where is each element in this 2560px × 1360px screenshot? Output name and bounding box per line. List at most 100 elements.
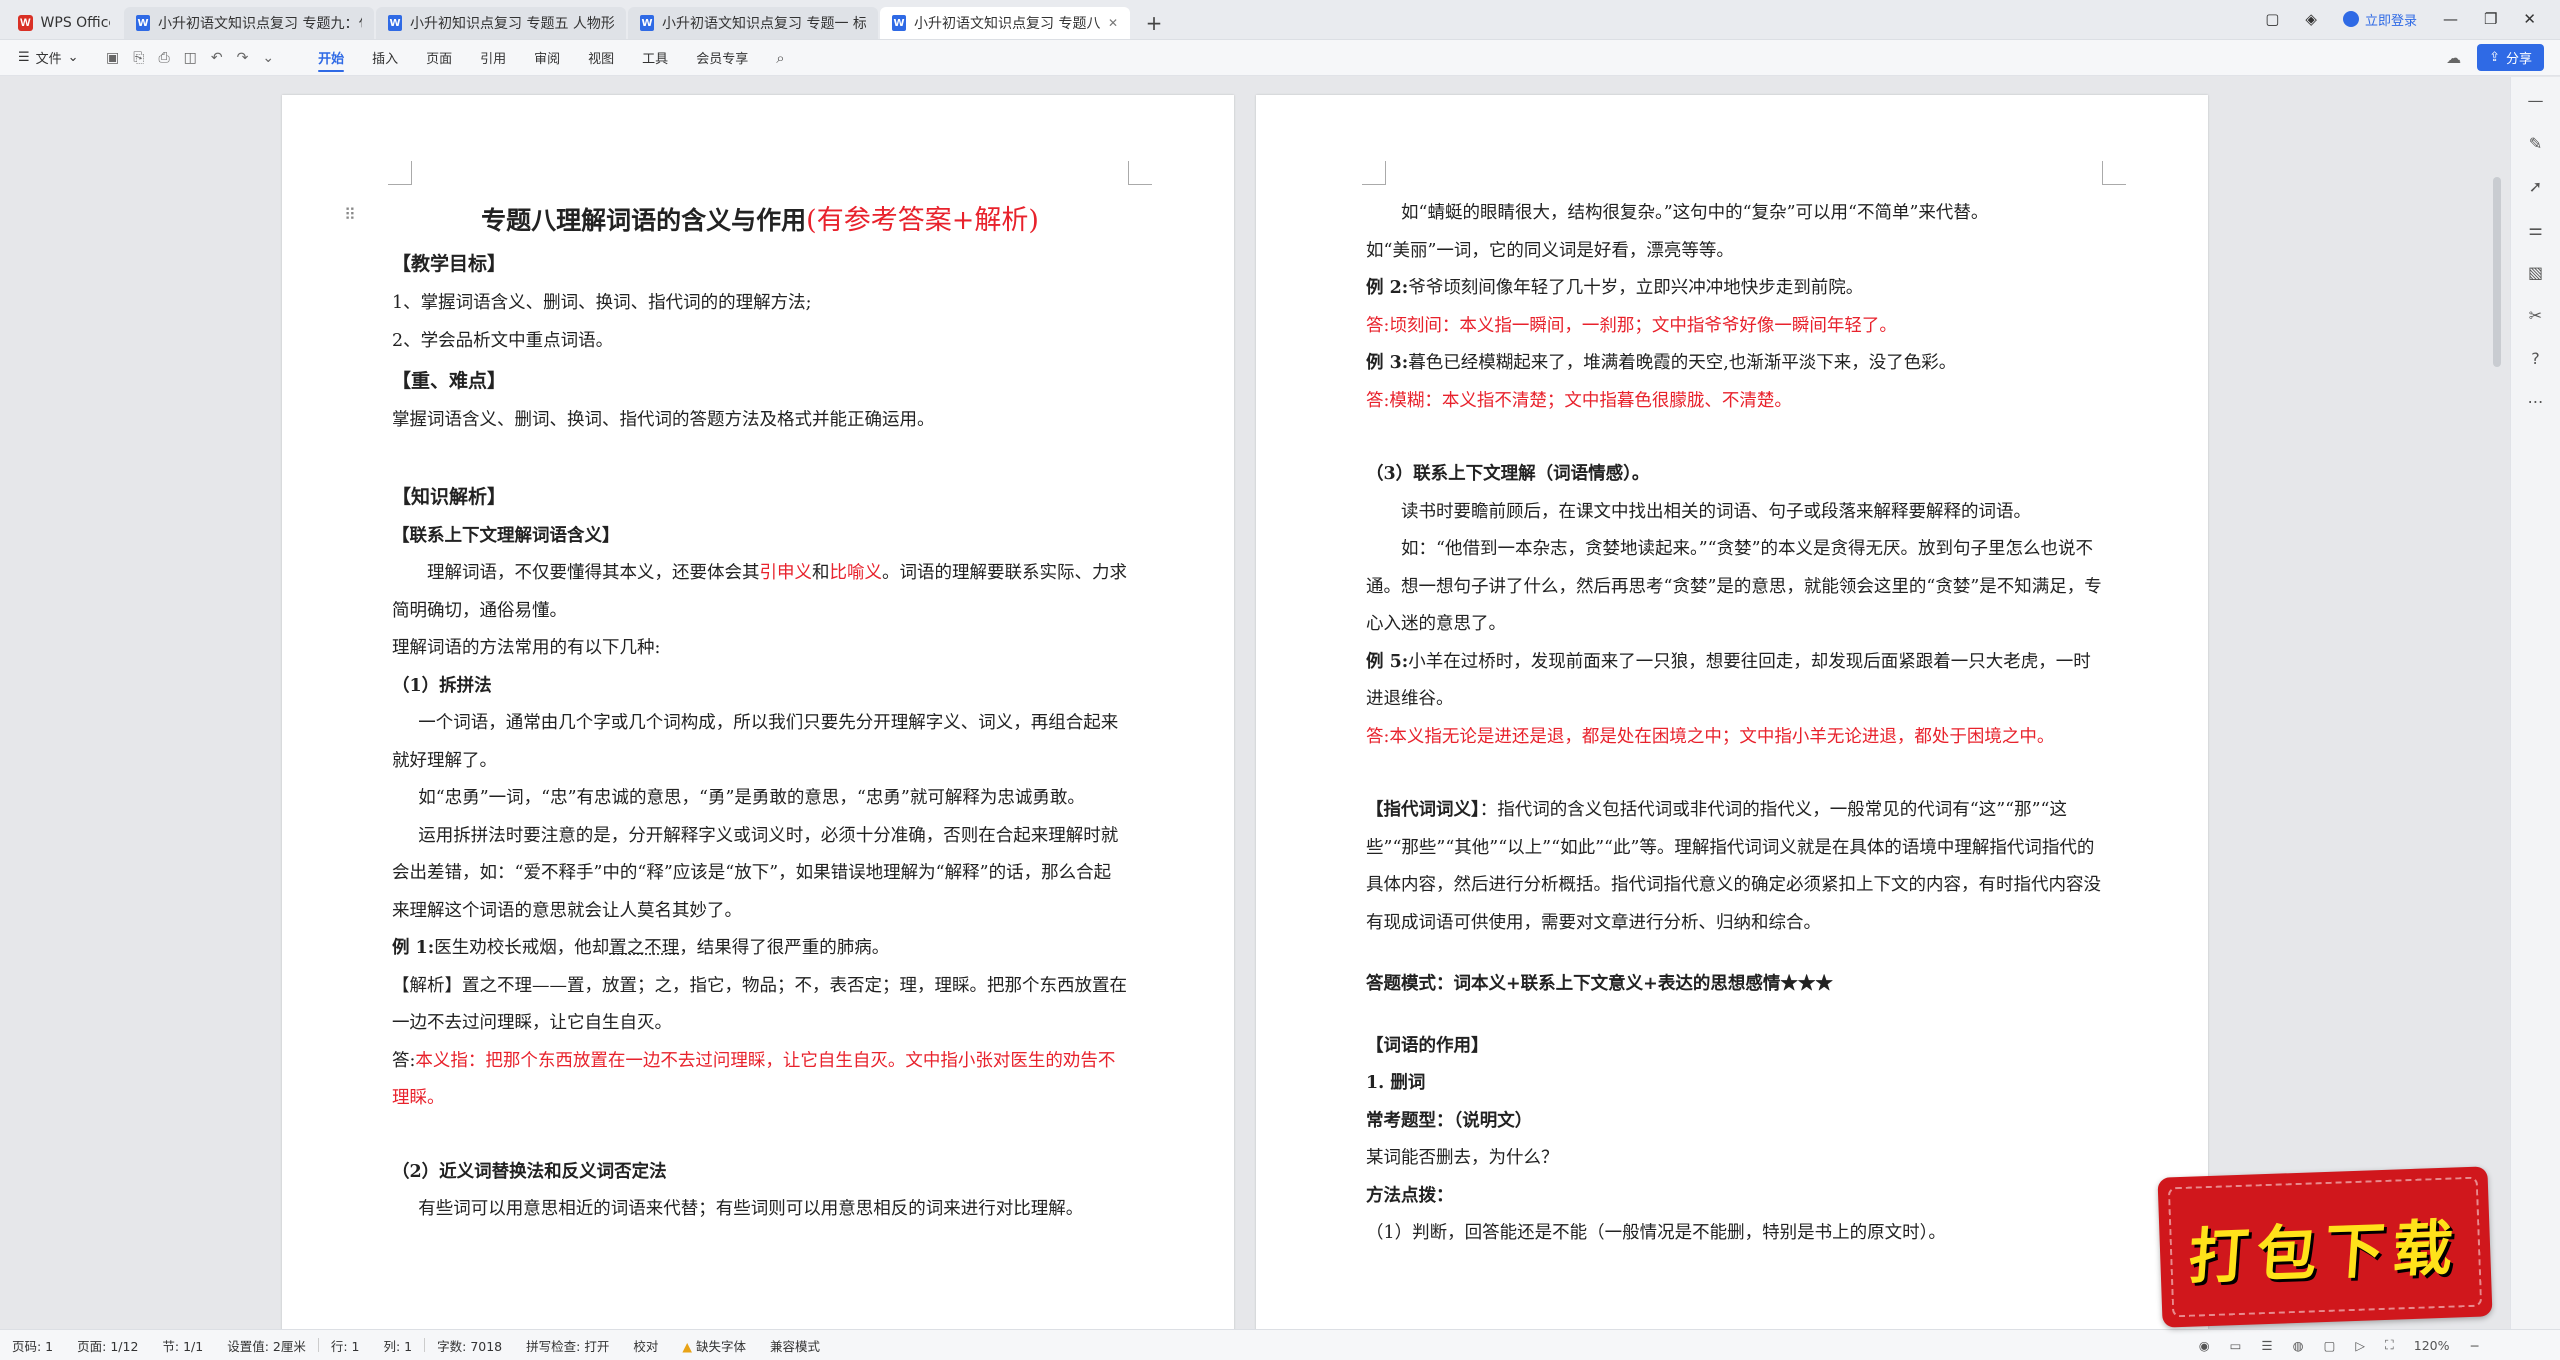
collapse-icon[interactable]: — bbox=[2528, 91, 2544, 110]
zoom-level[interactable]: 120% bbox=[2414, 1338, 2450, 1353]
section-teach-goal: 【教学目标】 bbox=[392, 253, 507, 275]
fit-page-icon[interactable]: ⛶ bbox=[2385, 1337, 2394, 1353]
tab-document-2[interactable]: W 小升初知识点复习 专题五 人物形象... bbox=[376, 7, 626, 39]
print-preview-icon[interactable]: ◫ bbox=[184, 50, 197, 66]
goal-2: 2、学会品析文中重点词语。 bbox=[392, 330, 614, 351]
drag-handle-icon[interactable]: ⠿ bbox=[344, 205, 356, 224]
answer-label: 答: bbox=[1366, 726, 1390, 747]
ribbon-tab-insert[interactable]: 插入 bbox=[358, 40, 412, 76]
read-view-icon[interactable]: ▢ bbox=[2324, 1338, 2336, 1353]
page-corner-mark bbox=[388, 161, 412, 185]
close-window-icon[interactable]: ✕ bbox=[2523, 10, 2536, 28]
vertical-scrollbar[interactable] bbox=[2493, 177, 2501, 367]
synonym-example-2: 如“美丽”一词，它的同义词是好看，漂亮等等。 bbox=[1366, 240, 1734, 261]
ribbon-tab-references[interactable]: 引用 bbox=[466, 40, 520, 76]
export-icon[interactable]: ⎘ bbox=[133, 50, 144, 66]
analysis-1: 【解析】置之不理——置，放置；之，指它，物品；不，表否定；理，理睬。把那个东西放… bbox=[392, 968, 1128, 1043]
share-button[interactable]: ⇪ 分享 bbox=[2477, 44, 2544, 71]
redo-icon[interactable]: ↷ bbox=[237, 50, 249, 66]
ribbon-tab-view[interactable]: 视图 bbox=[574, 40, 628, 76]
answer-label: 答: bbox=[1366, 315, 1390, 336]
more-icon[interactable]: ⋯ bbox=[2528, 392, 2544, 411]
save-icon[interactable]: ▣ bbox=[106, 50, 119, 66]
outline-view-icon[interactable]: ☰ bbox=[2261, 1338, 2272, 1353]
status-word-count[interactable]: 字数: 7018 bbox=[425, 1336, 514, 1355]
minimize-icon[interactable]: — bbox=[2443, 10, 2458, 28]
tab-label: 小升初知识点复习 专题五 人物形象... bbox=[410, 16, 614, 32]
section-knowledge: 【知识解析】 bbox=[392, 485, 507, 508]
file-menu[interactable]: ☰ 文件 ⌄ bbox=[0, 48, 90, 67]
tab-close-icon[interactable]: ✕ bbox=[1108, 16, 1118, 30]
tab-document-active[interactable]: W 小升初语文知识点复习 专题八 ✕ bbox=[880, 7, 1130, 39]
search-icon[interactable]: ⌕ bbox=[776, 49, 784, 67]
status-missing-font[interactable]: ▲ 缺失字体 bbox=[670, 1336, 758, 1355]
ribbon-tab-home[interactable]: 开始 bbox=[304, 40, 358, 76]
doc-icon: W bbox=[388, 15, 402, 31]
tab-wps-home[interactable]: W WPS Office bbox=[2, 7, 122, 39]
help-icon[interactable]: ? bbox=[2531, 349, 2540, 368]
tab-document-1[interactable]: W 小升初语文知识点复习 专题九：句... bbox=[124, 7, 374, 39]
synonym-example-1: 如“蜻蜓的眼睛很大，结构很复杂。”这句中的“复杂”可以用“不简单”来代替。 bbox=[1401, 203, 1989, 223]
ribbon-tab-tools[interactable]: 工具 bbox=[628, 40, 682, 76]
context-heading: 【联系上下文理解词语含义】 bbox=[392, 525, 620, 546]
zoom-out-icon[interactable]: − bbox=[2470, 1338, 2480, 1353]
status-setting[interactable]: 设置值: 2厘米 bbox=[215, 1336, 318, 1355]
tab-document-3[interactable]: W 小升初语文知识点复习 专题一 标点... bbox=[628, 7, 878, 39]
method-1-paragraph-2: 如“忠勇”一词，“忠”有忠诚的意思，“勇”是勇敢的意思，“忠勇”就可解释为忠诚勇… bbox=[418, 788, 1085, 808]
download-package-badge[interactable]: 打包下载 bbox=[2157, 1166, 2493, 1328]
status-compat-mode[interactable]: 兼容模式 bbox=[758, 1336, 832, 1355]
page-corner-mark bbox=[2102, 161, 2126, 185]
ribbon-tab-review[interactable]: 审阅 bbox=[520, 40, 574, 76]
page-corner-mark bbox=[1128, 161, 1152, 185]
answer-label: 答: bbox=[392, 1050, 416, 1071]
cloud-icon[interactable]: ☁ bbox=[2446, 49, 2461, 67]
status-proofread[interactable]: 校对 bbox=[621, 1336, 670, 1355]
example-1: 例 1:医生劝校长戒烟，他却置之不理，结果得了很严重的肺病。 bbox=[392, 930, 1128, 968]
page-view-icon[interactable]: ▭ bbox=[2230, 1338, 2242, 1353]
login-button[interactable]: 立即登录 bbox=[2342, 10, 2417, 29]
window-layout-icon[interactable]: ▢ bbox=[2265, 10, 2279, 28]
method-2-heading: （2）近义词替换法和反义词否定法 bbox=[392, 1161, 667, 1182]
example-label: 例 2: bbox=[1366, 278, 1409, 298]
undo-icon[interactable]: ↶ bbox=[211, 50, 223, 66]
image-tool-icon[interactable]: ▧ bbox=[2528, 263, 2543, 282]
eye-protect-icon[interactable]: ◉ bbox=[2199, 1338, 2210, 1353]
adjust-icon[interactable]: ⚌ bbox=[2528, 220, 2542, 239]
example-3-text: 暮色已经模糊起来了，堆满着晚霞的天空,也渐渐平淡下来，没了色彩。 bbox=[1408, 353, 1957, 373]
ribbon: ☰ 文件 ⌄ ▣ ⎘ ⎙ ◫ ↶ ↷ ⌄ 开始 插入 页面 引用 审阅 视图 工… bbox=[0, 40, 2560, 76]
cube-icon[interactable]: ◈ bbox=[2305, 10, 2317, 28]
status-page-count[interactable]: 页面: 1/12 bbox=[65, 1336, 150, 1355]
web-view-icon[interactable]: ◍ bbox=[2293, 1338, 2304, 1353]
more-chevron-icon[interactable]: ⌄ bbox=[262, 50, 274, 66]
methods-intro: 理解词语的方法常用的有以下几种: bbox=[392, 638, 661, 658]
method-1-paragraph-1: 一个词语，通常由几个字或几个词构成，所以我们只要先分开理解字义、词义，再组合起来… bbox=[392, 713, 1119, 771]
play-icon[interactable]: ▷ bbox=[2355, 1338, 2365, 1353]
document-title: 专题八理解词语的含义与作用(有参考答案+解析) bbox=[392, 199, 1128, 243]
pen-icon[interactable]: ✎ bbox=[2529, 134, 2542, 153]
status-section[interactable]: 节: 1/1 bbox=[150, 1336, 215, 1355]
ribbon-tab-member[interactable]: 会员专享 bbox=[682, 40, 762, 76]
wps-logo-icon: W bbox=[18, 15, 33, 31]
ribbon-tab-page[interactable]: 页面 bbox=[412, 40, 466, 76]
restore-icon[interactable]: ❐ bbox=[2484, 10, 2497, 28]
answer-3: 答:模糊：本义指不清楚；文中指暮色很朦胧、不清楚。 bbox=[1366, 383, 2106, 421]
new-tab-button[interactable]: + bbox=[1134, 7, 1174, 39]
tools-icon[interactable]: ✂ bbox=[2529, 306, 2542, 325]
status-spell-check[interactable]: 拼写检查: 打开 bbox=[514, 1336, 621, 1355]
tab-bar: W WPS Office W 小升初语文知识点复习 专题九：句... W 小升初… bbox=[0, 0, 2560, 40]
hamburger-icon: ☰ bbox=[18, 50, 30, 65]
document-workspace[interactable]: ⠿ 专题八理解词语的含义与作用(有参考答案+解析) 【教学目标】 1、掌握词语含… bbox=[0, 77, 2510, 1329]
select-cursor-icon[interactable]: ➚ bbox=[2529, 177, 2542, 196]
example-label: 例 1: bbox=[392, 938, 435, 958]
status-row[interactable]: 行: 1 bbox=[319, 1336, 372, 1355]
tab-label: 小升初语文知识点复习 专题八 bbox=[914, 16, 1100, 32]
document-page-1[interactable]: ⠿ 专题八理解词语的含义与作用(有参考答案+解析) 【教学目标】 1、掌握词语含… bbox=[282, 95, 1234, 1329]
status-page-number[interactable]: 页码: 1 bbox=[0, 1336, 65, 1355]
status-column[interactable]: 列: 1 bbox=[372, 1336, 425, 1355]
tab-label: 小升初语文知识点复习 专题一 标点... bbox=[662, 16, 866, 32]
key-points-text: 掌握词语含义、删词、换词、指代词的答题方法及格式并能正确运用。 bbox=[392, 410, 935, 430]
document-page-2[interactable]: 如“蜻蜓的眼睛很大，结构很复杂。”这句中的“复杂”可以用“不简单”来代替。 如“… bbox=[1256, 95, 2208, 1329]
print-icon[interactable]: ⎙ bbox=[158, 50, 169, 66]
pronoun-heading: 【指代词词义】 bbox=[1366, 800, 1480, 820]
